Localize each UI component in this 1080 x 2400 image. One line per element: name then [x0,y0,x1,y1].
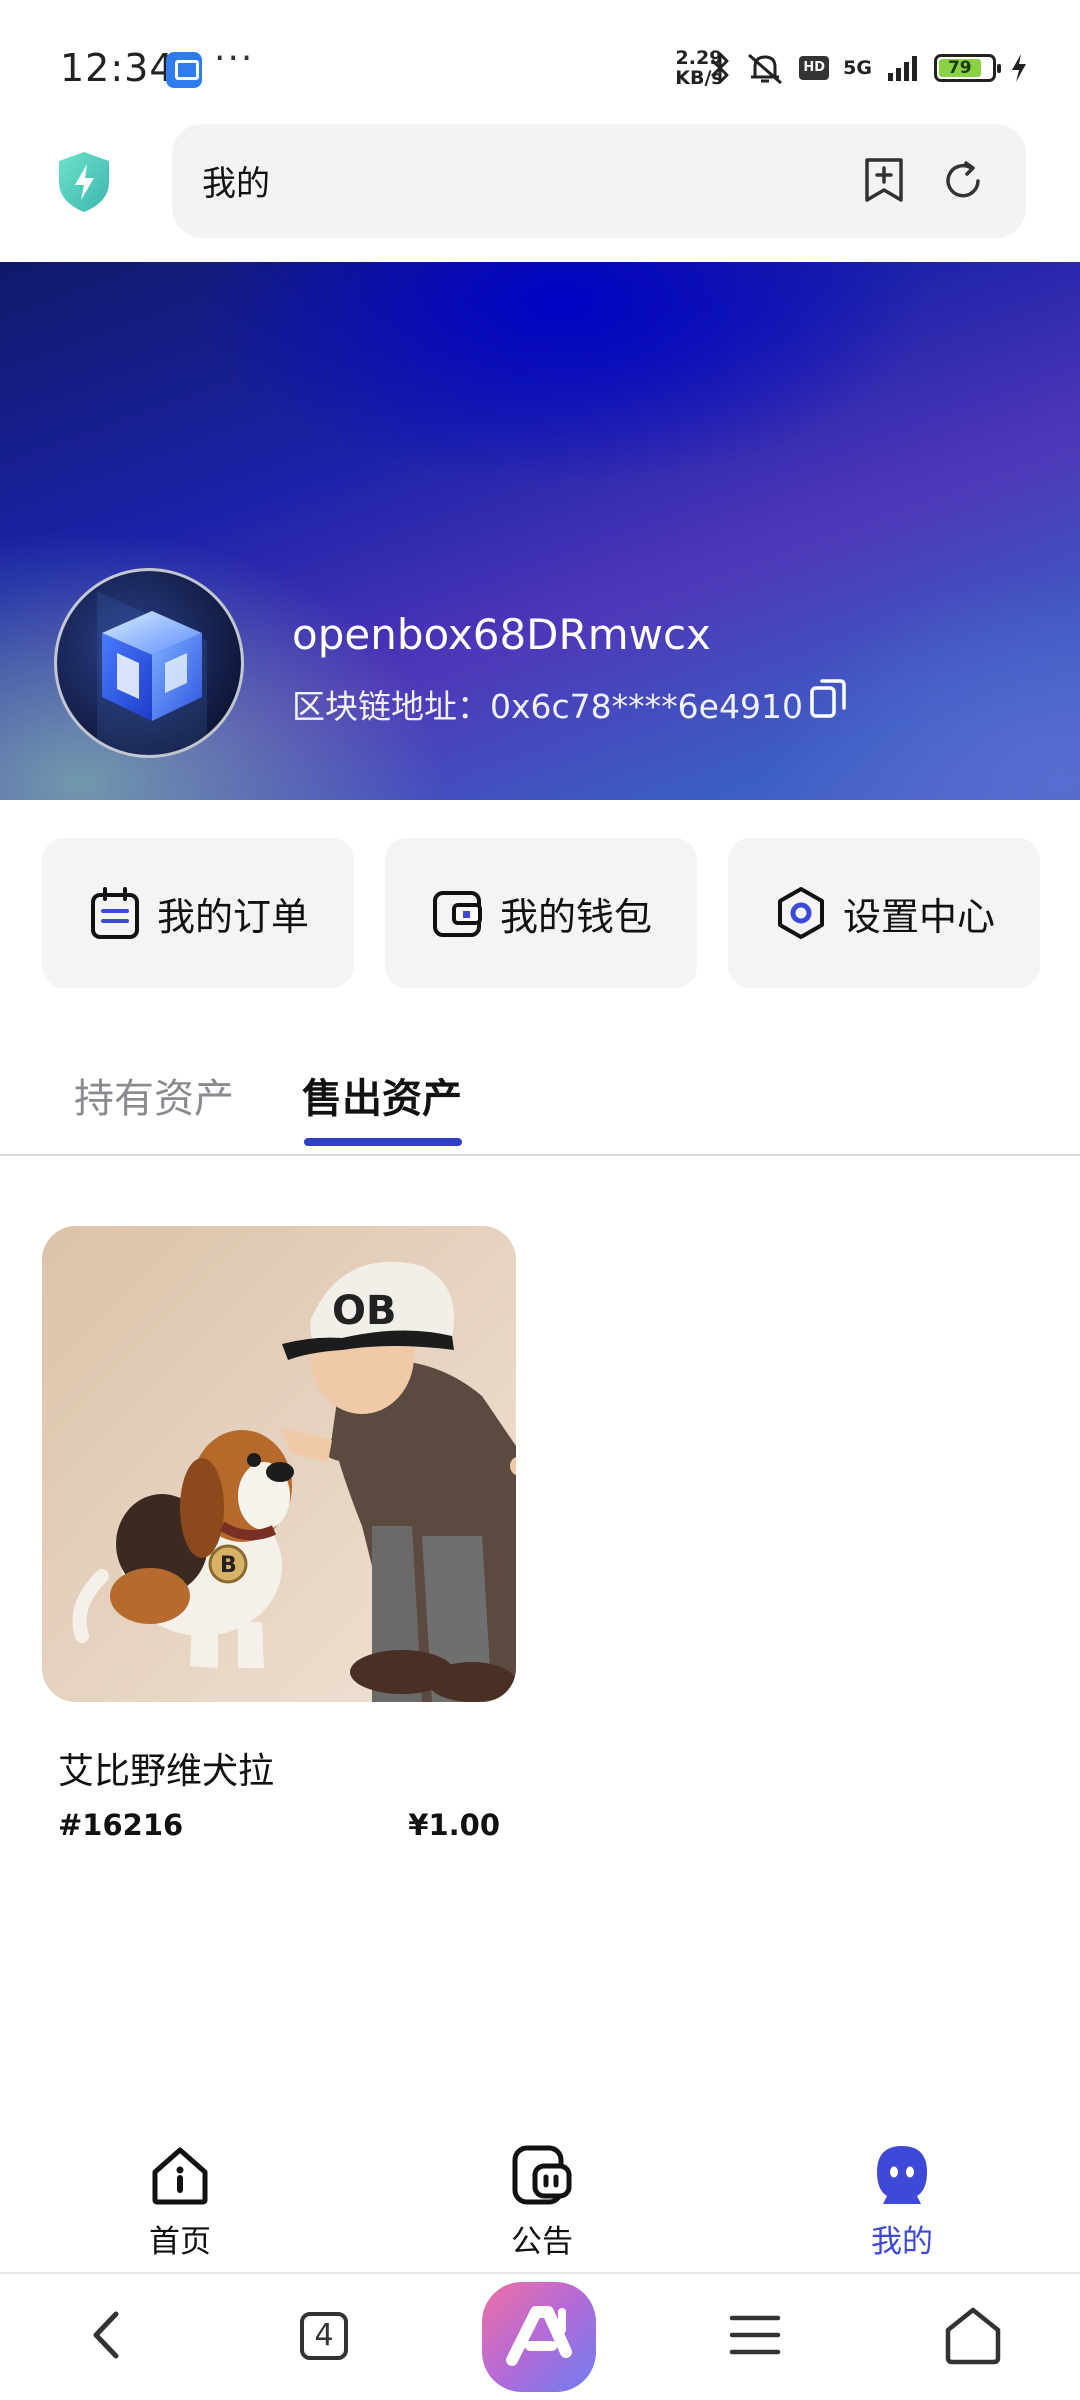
active-tab-indicator [304,1138,462,1146]
nav-mine[interactable]: 我的 [822,2142,982,2261]
settings-center-label: 设置中心 [842,894,995,939]
asset-meta: #16216 ¥1.00 [58,1808,500,1842]
my-wallet-button[interactable]: 我的钱包 [385,838,697,988]
browser-bar: 我的 [0,120,1080,262]
asset-tabs: 持有资产 售出资产 [0,1040,1080,1156]
bluetooth-icon [711,52,729,84]
network-type: 5G [843,57,872,79]
back-icon[interactable] [74,2300,144,2370]
tab-sold-assets[interactable]: 售出资产 [302,1066,462,1124]
refresh-icon[interactable] [940,158,986,204]
asset-price: ¥1.00 [408,1808,500,1842]
my-wallet-label: 我的钱包 [499,894,652,939]
system-navigation: 4 [0,2272,1080,2400]
calendar-icon [90,887,139,939]
profile-banner: openbox68DRmwcx 区块链地址：0x6c78****6e4910 [0,262,1080,800]
asset-image[interactable]: OB B [42,1226,516,1702]
shield-icon[interactable] [56,150,112,214]
url-text[interactable]: 我的 [202,156,270,205]
nav-mine-label: 我的 [871,2224,933,2260]
status-bar: 12:34 ··· 2.29 KB/s HD 5G 79 [0,0,1080,120]
ai-logo-icon [506,2306,572,2366]
asset-card[interactable]: OB B 艾比野维犬拉 #16216 ¥1.00 [42,1226,516,1842]
bottom-navigation: 首页 公告 我的 [0,2126,1080,2272]
profile-icon [877,2146,927,2204]
signal-icon [888,56,917,81]
mute-icon [748,53,783,85]
more-notifications-icon: ··· [214,38,255,79]
app-notification-icon [166,52,202,88]
avatar[interactable] [54,568,244,758]
username: openbox68DRmwcx [292,610,711,659]
browser-home-icon[interactable] [938,2300,1008,2370]
url-bar[interactable]: 我的 [172,124,1026,238]
notice-icon [512,2145,572,2205]
asset-name: 艾比野维犬拉 [58,1751,275,1792]
my-orders-label: 我的订单 [156,894,309,939]
tabs-button[interactable]: 4 [290,2300,360,2370]
copy-icon[interactable] [808,676,848,720]
asset-id: #16216 [58,1808,184,1842]
blockchain-address: 区块链地址：0x6c78****6e4910 [292,687,803,726]
quick-actions: 我的订单 我的钱包 设置中心 [42,838,1040,988]
menu-icon[interactable] [720,2300,790,2370]
cube-logo-icon [97,591,207,755]
battery-level: 79 [939,59,981,77]
nav-notice-label: 公告 [511,2224,573,2260]
charging-icon [1012,54,1026,82]
my-orders-button[interactable]: 我的订单 [42,838,354,988]
home-icon [152,2147,208,2205]
add-bookmark-icon[interactable] [862,156,906,204]
status-icons: HD 5G 79 [709,48,1028,88]
status-time: 12:34 [60,46,175,90]
svg-text:B: B [220,1553,237,1578]
nav-home-label: 首页 [149,2224,211,2260]
wallet-icon [432,891,482,937]
tab-holding-assets[interactable]: 持有资产 [74,1066,234,1124]
settings-icon [777,887,824,939]
settings-center-button[interactable]: 设置中心 [728,838,1040,988]
hd-badge: HD [799,56,830,80]
asset-illustration: OB B [42,1226,516,1702]
ai-assistant-button[interactable] [482,2282,596,2392]
nav-notice[interactable]: 公告 [462,2142,622,2261]
tab-count: 4 [300,2312,348,2360]
svg-text:OB: OB [332,1288,397,1334]
nav-home[interactable]: 首页 [100,2142,260,2261]
battery-indicator: 79 [934,54,1001,82]
